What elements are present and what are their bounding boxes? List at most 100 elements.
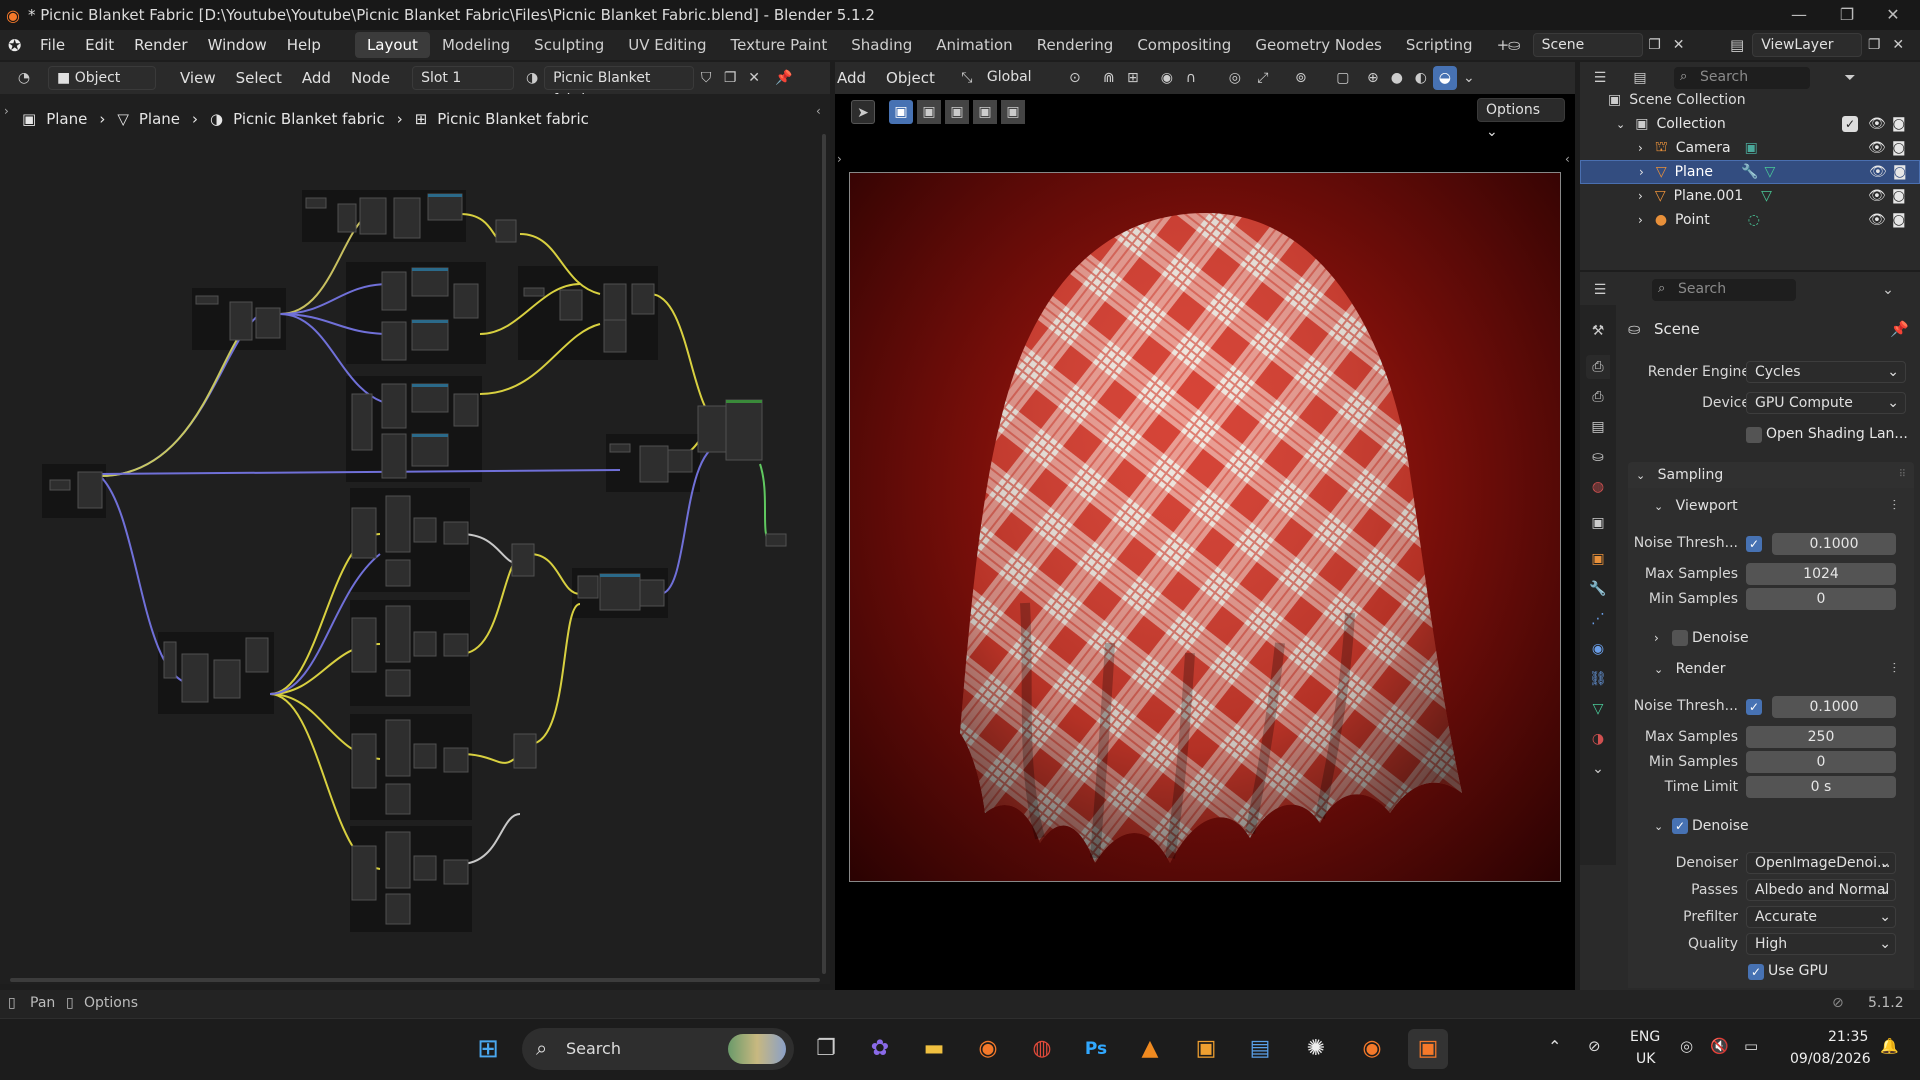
camera-render-icon[interactable]: ◙ bbox=[1892, 116, 1906, 132]
osl-checkbox[interactable] bbox=[1746, 427, 1762, 443]
select-subtract-icon[interactable]: ▣ bbox=[945, 100, 969, 124]
minimize-icon[interactable]: — bbox=[1772, 0, 1826, 30]
camera-render-icon[interactable]: ◙ bbox=[1892, 140, 1906, 156]
node-editor-scrollbar[interactable] bbox=[10, 978, 820, 982]
remove-scene-icon[interactable]: ✕ bbox=[1667, 33, 1691, 57]
chevron-down-icon[interactable]: ⌄ bbox=[1616, 118, 1625, 131]
scene-name[interactable]: Scene bbox=[1532, 33, 1643, 57]
modifier-tab-icon[interactable]: 🔧 bbox=[1586, 577, 1610, 601]
passes-dropdown[interactable]: Albedo and Normal ⌄ bbox=[1746, 879, 1896, 901]
camera-render-icon[interactable]: ◙ bbox=[1893, 164, 1907, 180]
eye-icon[interactable]: 👁 bbox=[1868, 212, 1886, 228]
chevron-right-icon[interactable]: › bbox=[1639, 165, 1644, 179]
properties-search[interactable]: ⌕ Search bbox=[1652, 279, 1796, 301]
start-icon[interactable]: ⊞ bbox=[468, 1029, 508, 1069]
rendered-shading-icon[interactable]: ◒ bbox=[1432, 66, 1457, 90]
chevron-right-icon[interactable]: › bbox=[4, 104, 9, 118]
render-engine-dropdown[interactable]: Cycles ⌄ bbox=[1746, 361, 1906, 383]
view-layer-tab-icon[interactable]: ▤ bbox=[1586, 415, 1610, 439]
vlc-icon[interactable]: ▲ bbox=[1130, 1029, 1170, 1069]
notification-bell-icon[interactable]: 🔔 bbox=[1880, 1037, 1899, 1055]
outliner-item-plane-001[interactable]: › ▽ Plane.001 ▽ 👁 ◙ bbox=[1580, 184, 1920, 208]
snap-icon[interactable]: ⋒ bbox=[1097, 66, 1121, 90]
menu-viewport-object[interactable]: Object bbox=[876, 63, 945, 93]
physics-tab-icon[interactable]: ◉ bbox=[1586, 637, 1610, 661]
menu-edit[interactable]: Edit bbox=[75, 30, 124, 60]
wifi-icon[interactable]: ◎ bbox=[1680, 1037, 1693, 1055]
collection-tab-icon[interactable]: ▣ bbox=[1586, 511, 1610, 535]
eye-icon[interactable]: 👁 bbox=[1868, 188, 1886, 204]
tool-tab-icon[interactable]: ⚒ bbox=[1586, 319, 1610, 343]
slot-dropdown[interactable]: Slot 1 bbox=[412, 66, 515, 90]
battery-icon[interactable]: ▭ bbox=[1744, 1037, 1758, 1055]
drag-handle-icon[interactable]: ⠿ bbox=[1899, 462, 1906, 488]
transform-orientation-icon[interactable]: ⤡ bbox=[955, 66, 979, 90]
tab-texture-paint[interactable]: Texture Paint bbox=[718, 32, 839, 58]
photoshop-icon[interactable]: Ps bbox=[1076, 1029, 1116, 1069]
tab-modeling[interactable]: Modeling bbox=[430, 32, 522, 58]
viewport-max-field[interactable]: 1024 bbox=[1746, 563, 1896, 585]
object-mode-dropdown[interactable]: ■ Object bbox=[48, 66, 156, 90]
render-noise-checkbox[interactable]: ✓ bbox=[1746, 699, 1762, 715]
select-extend-icon[interactable]: ▣ bbox=[917, 100, 941, 124]
quality-dropdown[interactable]: High ⌄ bbox=[1746, 933, 1896, 955]
chrome-icon[interactable]: ◍ bbox=[1022, 1029, 1062, 1069]
file-explorer-icon[interactable]: ▬ bbox=[914, 1029, 954, 1069]
editor-type-icon[interactable]: ◔ bbox=[12, 66, 36, 90]
tab-geometry-nodes[interactable]: Geometry Nodes bbox=[1243, 32, 1394, 58]
close-icon[interactable]: ✕ bbox=[1866, 0, 1920, 30]
presets-icon[interactable]: ⫶ bbox=[1893, 493, 1897, 519]
3d-viewport[interactable]: ➤ ▣ ▣ ▣ ▣ ▣ Options ⌄ › ‹ bbox=[835, 94, 1575, 990]
tab-shading[interactable]: Shading bbox=[839, 32, 924, 58]
blender-running-icon[interactable]: ◉ bbox=[1352, 1029, 1392, 1069]
menu-help[interactable]: Help bbox=[277, 30, 331, 60]
data-tab-icon[interactable]: ▽ bbox=[1586, 697, 1610, 721]
particles-tab-icon[interactable]: ⋰ bbox=[1586, 607, 1610, 631]
select-cursor-icon[interactable]: ➤ bbox=[851, 100, 875, 124]
device-dropdown[interactable]: GPU Compute ⌄ bbox=[1746, 392, 1906, 414]
menu-file[interactable]: File bbox=[30, 30, 75, 60]
tab-layout[interactable]: Layout bbox=[354, 32, 430, 58]
new-viewlayer-icon[interactable]: ❐ bbox=[1862, 33, 1886, 57]
notepad-icon[interactable]: ▤ bbox=[1240, 1029, 1280, 1069]
outliner-scene-collection[interactable]: ▣ Scene Collection bbox=[1580, 88, 1920, 112]
blender-app-icon[interactable]: ◉ bbox=[968, 1029, 1008, 1069]
viewport-denoise-header[interactable]: › Denoise bbox=[1628, 625, 1914, 651]
editor-type-icon[interactable]: ☰ bbox=[1588, 278, 1612, 302]
chevron-down-icon[interactable]: ⌄ bbox=[1586, 757, 1610, 781]
scene-selector[interactable]: ⛀ Scene ❐ ✕ bbox=[1508, 33, 1691, 57]
chevron-right-icon[interactable]: › bbox=[837, 152, 842, 166]
proportional-edit-icon[interactable]: ◉ bbox=[1155, 66, 1179, 90]
viewport-denoise-checkbox[interactable] bbox=[1672, 630, 1688, 646]
prefilter-dropdown[interactable]: Accurate ⌄ bbox=[1746, 906, 1896, 928]
outliner-item-point[interactable]: › ● Point ◌ 👁 ◙ bbox=[1580, 208, 1920, 232]
tab-compositing[interactable]: Compositing bbox=[1125, 32, 1243, 58]
taskbar-search[interactable]: ⌕ Search bbox=[522, 1028, 794, 1070]
clock-date[interactable]: 09/08/2026 bbox=[1790, 1051, 1871, 1067]
volume-muted-icon[interactable]: 🔇 bbox=[1710, 1037, 1729, 1055]
filter-icon[interactable]: ⏷ bbox=[1838, 66, 1862, 90]
use-gpu-checkbox[interactable]: ✓ bbox=[1748, 964, 1764, 980]
sampling-panel-header[interactable]: ⌄ Sampling ⠿ bbox=[1628, 462, 1914, 488]
gizmo-icon[interactable]: ⤢ bbox=[1251, 66, 1275, 90]
task-view-icon[interactable]: ❐ bbox=[806, 1029, 846, 1069]
shading-options-icon[interactable]: ⌄ bbox=[1457, 66, 1481, 90]
viewport-options-dropdown[interactable]: Options ⌄ bbox=[1477, 98, 1565, 140]
menu-node[interactable]: Node bbox=[341, 63, 400, 93]
material-shading-icon[interactable]: ◐ bbox=[1409, 66, 1433, 90]
overlays-icon[interactable]: ⊚ bbox=[1289, 66, 1313, 90]
world-tab-icon[interactable]: ◍ bbox=[1586, 475, 1610, 499]
editor-type-icon[interactable]: ☰ bbox=[1588, 66, 1612, 90]
viewlayer-selector[interactable]: ▤ ViewLayer ❐ ✕ bbox=[1730, 33, 1910, 57]
constraints-tab-icon[interactable]: ⛓ bbox=[1586, 667, 1610, 691]
viewport-noise-checkbox[interactable]: ✓ bbox=[1746, 536, 1762, 552]
tab-sculpting[interactable]: Sculpting bbox=[522, 32, 616, 58]
chevron-right-icon[interactable]: › bbox=[1638, 141, 1643, 155]
pin-icon[interactable]: 📌 bbox=[772, 66, 796, 90]
outliner-item-camera[interactable]: › ⛫ Camera ▣ 👁 ◙ bbox=[1580, 136, 1920, 160]
clock-time[interactable]: 21:35 bbox=[1828, 1029, 1868, 1045]
camera-render-icon[interactable]: ◙ bbox=[1892, 188, 1906, 204]
menu-select[interactable]: Select bbox=[226, 63, 292, 93]
lang-bottom[interactable]: UK bbox=[1636, 1051, 1655, 1067]
chevron-right-icon[interactable]: › bbox=[1638, 213, 1643, 227]
